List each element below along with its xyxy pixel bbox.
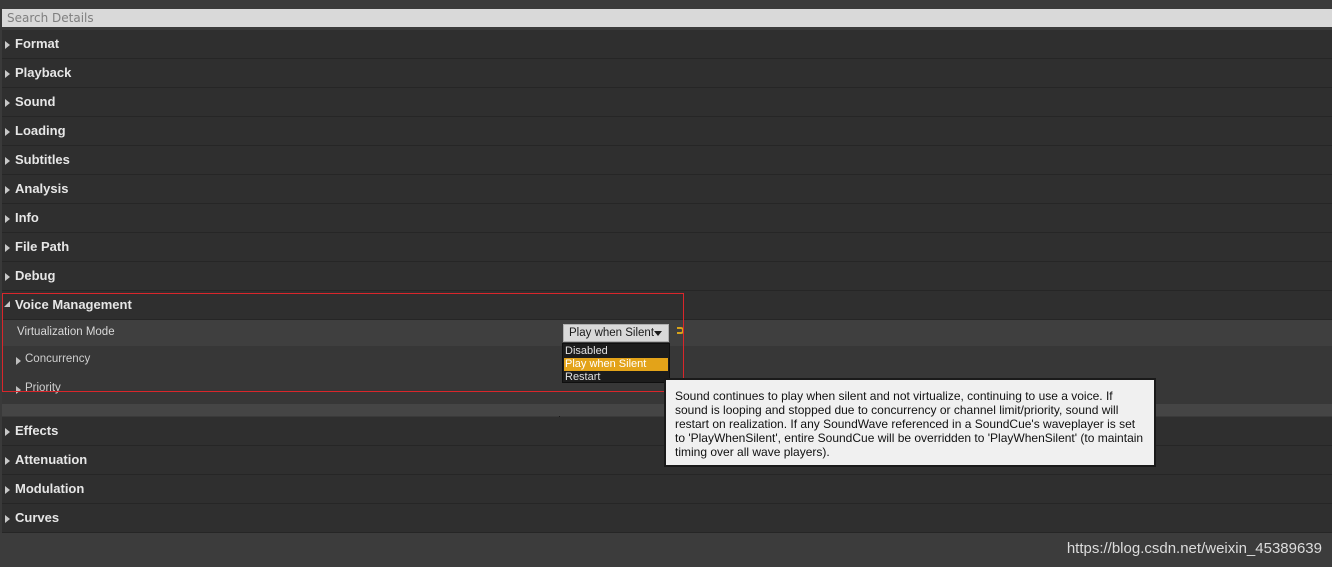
property-label: Priority <box>25 382 61 394</box>
category-playback[interactable]: Playback <box>2 59 1332 88</box>
expand-arrow-icon <box>16 357 21 365</box>
category-label: Effects <box>15 423 59 438</box>
virtualization-mode-dropdown: Disabled Play when Silent Restart <box>562 343 670 383</box>
category-label: Curves <box>15 510 60 525</box>
search-placeholder: Search Details <box>7 11 94 25</box>
category-sound[interactable]: Sound <box>2 88 1332 117</box>
category-label: Modulation <box>15 481 85 496</box>
collapse-arrow-icon <box>4 301 10 307</box>
category-voice-management[interactable]: Voice Management <box>2 291 1332 320</box>
tooltip: Sound continues to play when silent and … <box>664 378 1156 467</box>
expand-arrow-icon <box>5 157 10 165</box>
expand-arrow-icon <box>5 428 10 436</box>
expand-arrow-icon <box>5 486 10 494</box>
category-label: Debug <box>15 268 56 283</box>
category-label: File Path <box>15 239 70 254</box>
category-analysis[interactable]: Analysis <box>2 175 1332 204</box>
dropdown-option-restart[interactable]: Restart <box>564 371 668 384</box>
expand-arrow-icon <box>5 41 10 49</box>
chevron-down-icon <box>654 331 662 336</box>
category-loading[interactable]: Loading <box>2 117 1332 146</box>
details-panel: Search Details Format Playback Sound Loa… <box>0 0 1332 567</box>
category-format[interactable]: Format <box>2 30 1332 59</box>
dropdown-option-play-when-silent[interactable]: Play when Silent <box>564 358 668 371</box>
category-subtitles[interactable]: Subtitles <box>2 146 1332 175</box>
reset-to-default-icon[interactable] <box>677 327 684 334</box>
category-label: Playback <box>15 65 72 80</box>
category-label: Analysis <box>15 181 69 196</box>
property-label: Virtualization Mode <box>17 326 115 338</box>
expand-arrow-icon <box>5 70 10 78</box>
expand-arrow-icon <box>5 273 10 281</box>
dropdown-option-disabled[interactable]: Disabled <box>564 345 668 358</box>
tooltip-text: Sound continues to play when silent and … <box>675 389 1144 459</box>
category-label: Attenuation <box>15 452 88 467</box>
expand-arrow-icon <box>5 186 10 194</box>
category-label: Loading <box>15 123 66 138</box>
expand-arrow-icon <box>16 386 21 394</box>
category-label: Info <box>15 210 39 225</box>
expand-arrow-icon <box>5 457 10 465</box>
expand-arrow-icon <box>5 99 10 107</box>
property-label: Concurrency <box>25 353 91 365</box>
category-debug[interactable]: Debug <box>2 262 1332 291</box>
watermark: https://blog.csdn.net/weixin_45389639 <box>1066 540 1322 557</box>
expand-arrow-icon <box>5 128 10 136</box>
category-file-path[interactable]: File Path <box>2 233 1332 262</box>
category-modulation[interactable]: Modulation <box>2 475 1332 504</box>
virtualization-mode-combobox[interactable]: Play when Silent <box>563 324 669 342</box>
combobox-value: Play when Silent <box>569 327 655 339</box>
category-curves[interactable]: Curves <box>2 504 1332 533</box>
expand-arrow-icon <box>5 244 10 252</box>
search-details-input[interactable]: Search Details <box>2 9 1332 27</box>
category-label: Sound <box>15 94 56 109</box>
expand-arrow-icon <box>5 515 10 523</box>
category-label: Voice Management <box>15 297 132 312</box>
category-label: Subtitles <box>15 152 70 167</box>
category-info[interactable]: Info <box>2 204 1332 233</box>
category-label: Format <box>15 36 60 51</box>
expand-arrow-icon <box>5 215 10 223</box>
